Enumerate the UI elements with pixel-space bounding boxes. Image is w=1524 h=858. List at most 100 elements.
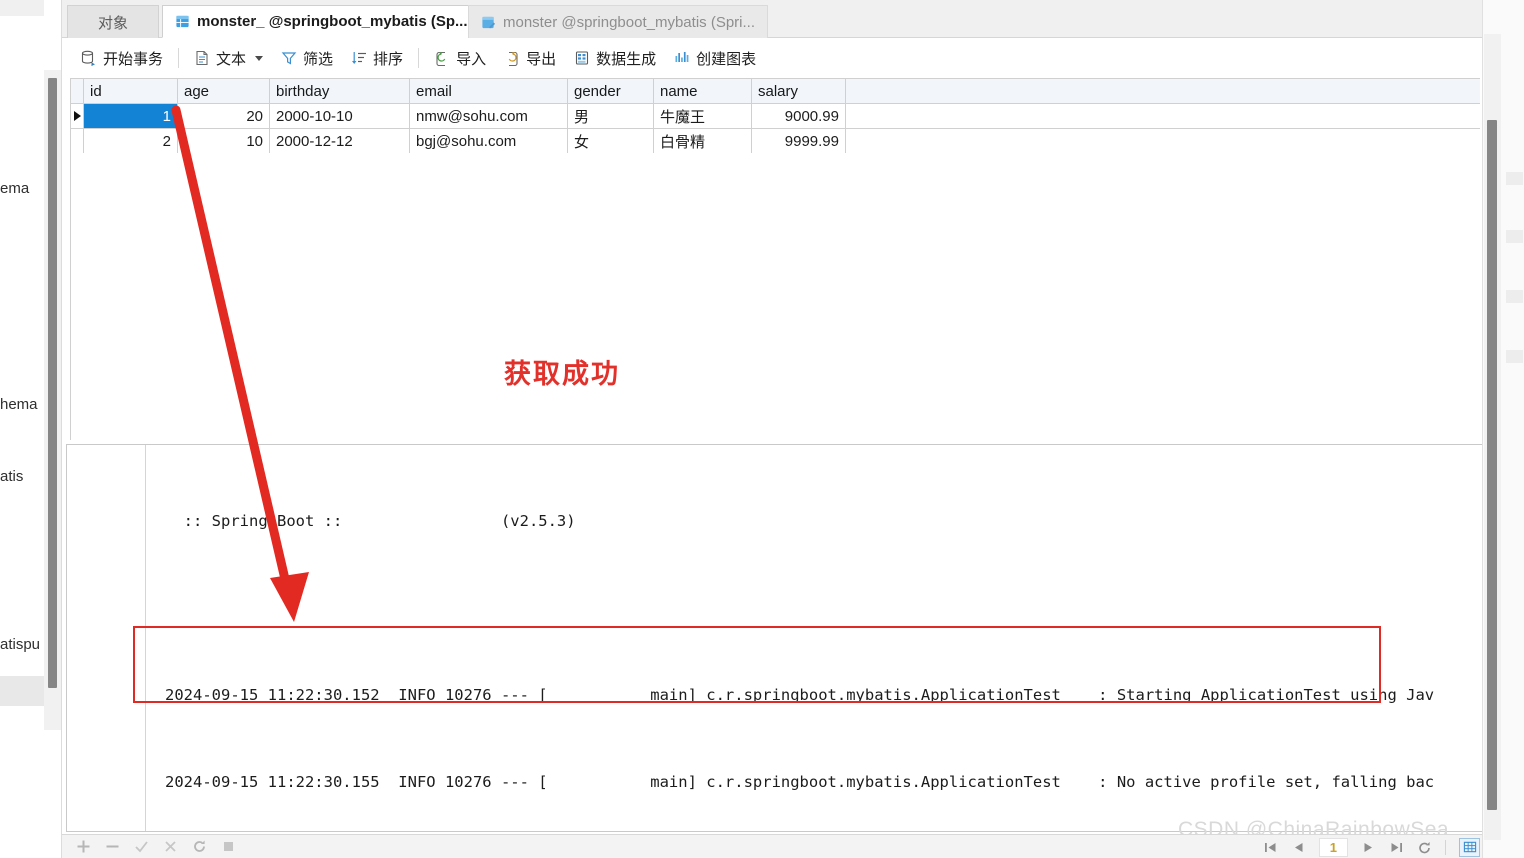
data-generate-icon (574, 50, 590, 66)
tab-monster-query-label: monster @springboot_mybatis (Spri... (503, 14, 755, 31)
table-row[interactable]: 2 10 2000-12-12 bgj@sohu.com 女 白骨精 9999.… (71, 129, 1480, 154)
chevron-down-icon[interactable] (255, 56, 263, 61)
import-button[interactable]: 导入 (425, 45, 495, 72)
create-chart-button[interactable]: 创建图表 (665, 45, 765, 72)
table-icon (175, 14, 190, 29)
sidebar-item-fragment[interactable]: ema (0, 180, 29, 197)
cell-age[interactable]: 20 (178, 104, 270, 129)
sidebar-panel-bg (0, 18, 44, 838)
grid-view-icon[interactable] (1459, 838, 1480, 857)
data-generate-button[interactable]: 数据生成 (565, 45, 665, 72)
query-icon (481, 15, 496, 30)
grid-header-gender[interactable]: gender (568, 79, 654, 104)
create-chart-icon (674, 50, 690, 66)
right-tool-icon[interactable] (1506, 350, 1523, 363)
grid-header-id[interactable]: id (84, 79, 178, 104)
sidebar-item-fragment[interactable]: atis (0, 468, 23, 485)
prev-page-icon[interactable] (1291, 840, 1306, 855)
apply-icon[interactable] (134, 839, 149, 854)
status-bar-left-controls (62, 839, 236, 854)
grid-header-salary[interactable]: salary (752, 79, 846, 104)
export-label: 导出 (526, 48, 556, 69)
cell-gender[interactable]: 女 (568, 129, 654, 154)
console-panel: :: Spring Boot :: (v2.5.3) 2024-09-15 11… (66, 444, 1508, 832)
cell-salary[interactable]: 9999.99 (752, 129, 846, 154)
right-tool-icon[interactable] (1506, 230, 1523, 243)
app-window: ema hema atis atispu 对象 monster_ @spring… (0, 0, 1524, 858)
cancel-icon[interactable] (163, 839, 178, 854)
cell-salary[interactable]: 9000.99 (752, 104, 846, 129)
cell-birthday[interactable]: 2000-10-10 (270, 104, 410, 129)
status-bar: 1 (62, 834, 1524, 858)
sort-button[interactable]: 排序 (342, 45, 412, 72)
console-output[interactable]: :: Spring Boot :: (v2.5.3) 2024-09-15 11… (147, 445, 1507, 831)
data-generate-label: 数据生成 (596, 48, 656, 69)
import-icon (434, 50, 450, 66)
tab-monster-table-label: monster_ @springboot_mybatis (Sp... (197, 13, 468, 30)
cell-email[interactable]: nmw@sohu.com (410, 104, 568, 129)
cell-birthday[interactable]: 2000-12-12 (270, 129, 410, 154)
status-bar-right-controls: 1 (1263, 835, 1514, 858)
status-bar-separator (1445, 840, 1446, 855)
current-row-arrow-icon (74, 111, 81, 121)
sidebar-bottom-panel (0, 676, 44, 706)
grid-header-birthday[interactable]: birthday (270, 79, 410, 104)
cell-age[interactable]: 10 (178, 129, 270, 154)
add-icon[interactable] (76, 839, 91, 854)
next-page-icon[interactable] (1361, 840, 1376, 855)
console-line: 2024-09-15 11:22:30.155 INFO 10276 --- [… (147, 768, 1507, 797)
sidebar-item-fragment[interactable]: atispu (0, 636, 40, 653)
grid-header-row: id age birthday email gender name salary (71, 79, 1480, 104)
grid-header-email[interactable]: email (410, 79, 568, 104)
grid-header-age[interactable]: age (178, 79, 270, 104)
filter-button[interactable]: 筛选 (272, 45, 342, 72)
tab-monster-query[interactable]: monster @springboot_mybatis (Spri... (468, 5, 768, 38)
cell-id[interactable]: 1 (84, 104, 178, 129)
grid-header-name[interactable]: name (654, 79, 752, 104)
right-tool-icon[interactable] (1506, 172, 1523, 185)
begin-transaction-button[interactable]: 开始事务 (72, 45, 172, 72)
create-chart-label: 创建图表 (696, 48, 756, 69)
export-button[interactable]: 导出 (495, 45, 565, 72)
row-marker (71, 129, 84, 154)
main-scrollbar-thumb[interactable] (1487, 120, 1497, 810)
grid-toolbar: 开始事务 文本 筛选 (62, 38, 1524, 78)
refresh-page-icon[interactable] (1417, 840, 1432, 855)
grid-header-filler (846, 79, 1480, 104)
tab-monster-table[interactable]: monster_ @springboot_mybatis (Sp... (162, 5, 481, 38)
stop-icon[interactable] (221, 839, 236, 854)
console-line: :: Spring Boot :: (v2.5.3) (147, 507, 1507, 536)
console-line-blank (147, 594, 1507, 623)
sidebar-item-fragment[interactable]: hema (0, 396, 38, 413)
transaction-icon (81, 50, 97, 66)
right-tool-icon[interactable] (1506, 290, 1523, 303)
page-number[interactable]: 1 (1319, 838, 1348, 857)
sort-icon (351, 50, 367, 66)
text-icon (194, 50, 210, 66)
export-icon (504, 50, 520, 66)
cell-email[interactable]: bgj@sohu.com (410, 129, 568, 154)
sidebar-tab-strip[interactable] (0, 0, 44, 16)
cell-name[interactable]: 白骨精 (654, 129, 752, 154)
console-line: 2024-09-15 11:22:30.152 INFO 10276 --- [… (147, 681, 1507, 710)
first-page-icon[interactable] (1263, 840, 1278, 855)
cell-name[interactable]: 牛魔王 (654, 104, 752, 129)
table-row[interactable]: 1 20 2000-10-10 nmw@sohu.com 男 牛魔王 9000.… (71, 104, 1480, 129)
last-page-icon[interactable] (1389, 840, 1404, 855)
data-grid: id age birthday email gender name salary… (70, 78, 1480, 154)
tab-objects[interactable]: 对象 (67, 5, 159, 38)
remove-icon[interactable] (105, 839, 120, 854)
text-view-button[interactable]: 文本 (185, 45, 272, 72)
toolbar-separator (178, 48, 179, 68)
cell-id[interactable]: 2 (84, 129, 178, 154)
sort-label: 排序 (373, 48, 403, 69)
cell-gender[interactable]: 男 (568, 104, 654, 129)
row-marker (71, 104, 84, 129)
refresh-icon[interactable] (192, 839, 207, 854)
toolbar-separator (418, 48, 419, 68)
cell-filler (846, 104, 1480, 129)
sidebar-scrollbar-thumb[interactable] (48, 78, 57, 688)
text-view-label: 文本 (216, 48, 246, 69)
grid-header-marker (71, 79, 84, 104)
grid-empty-area (70, 153, 1480, 440)
